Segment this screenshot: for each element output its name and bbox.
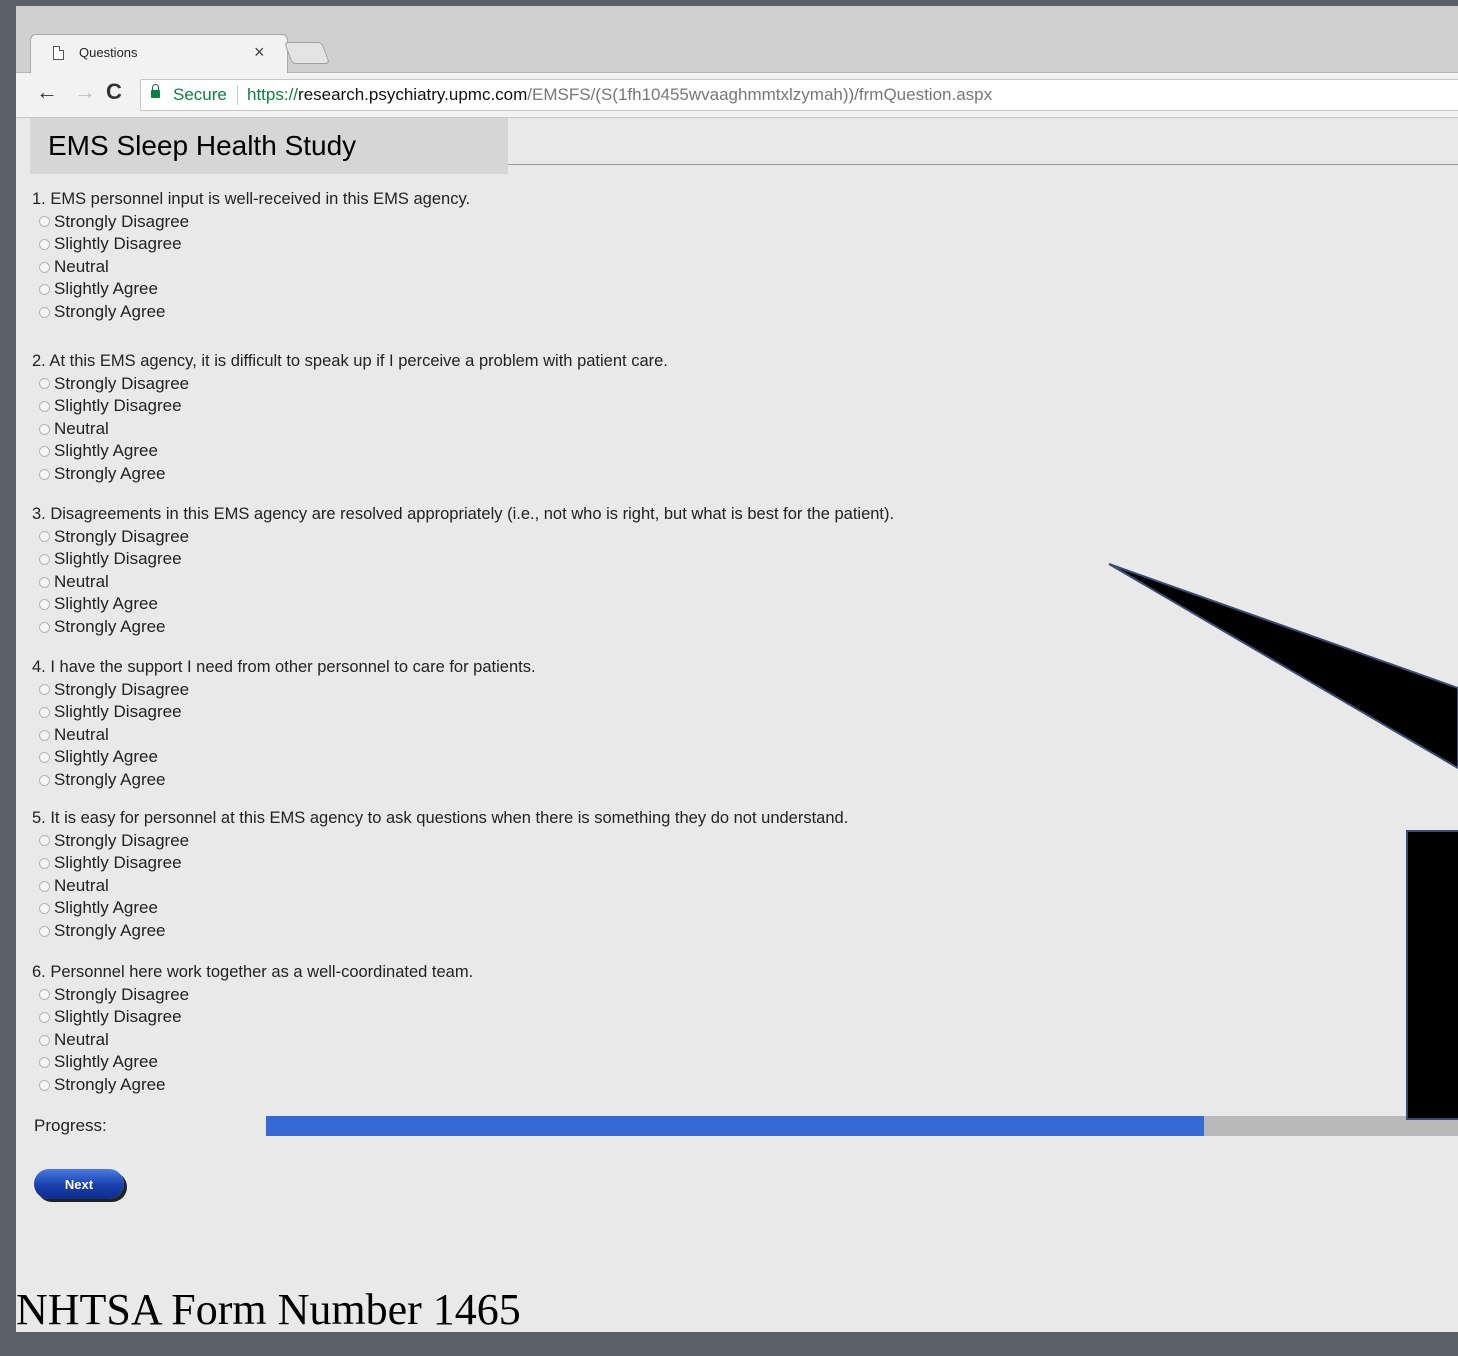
url-path: /EMSFS/(S(1fh10455wvaaghmmtxlzymah))/frm… (527, 85, 993, 104)
page-icon (53, 46, 64, 60)
tab-title: Questions (79, 45, 138, 60)
browser-window: Questions × ← → C Secure https://researc… (16, 6, 1458, 1332)
back-arrow-icon[interactable]: ← (36, 81, 58, 103)
new-tab-button[interactable] (283, 42, 331, 64)
url-text[interactable]: https://research.psychiatry.upmc.com/EMS… (247, 85, 992, 105)
close-icon[interactable]: × (254, 42, 265, 63)
secure-label: Secure (173, 85, 227, 104)
forward-arrow-icon[interactable]: → (74, 81, 96, 103)
url-scheme: https:// (247, 85, 299, 104)
url-host: research.psychiatry.upmc.com (298, 85, 528, 104)
lock-icon (151, 84, 160, 98)
tab-questions[interactable]: Questions × (30, 34, 288, 73)
address-bar[interactable]: Secure https://research.psychiatry.upmc.… (140, 79, 1458, 111)
page-content: EMS Sleep Health Study 1. EMS personnel … (16, 118, 1458, 1332)
browser-toolbar: ← → C Secure https://research.psychiatry… (16, 73, 1458, 118)
url-divider (237, 85, 238, 105)
callout-box (1406, 830, 1458, 1120)
callout-pointer (1108, 563, 1458, 770)
reload-icon[interactable]: C (106, 81, 122, 103)
tab-strip: Questions × (16, 6, 1458, 73)
